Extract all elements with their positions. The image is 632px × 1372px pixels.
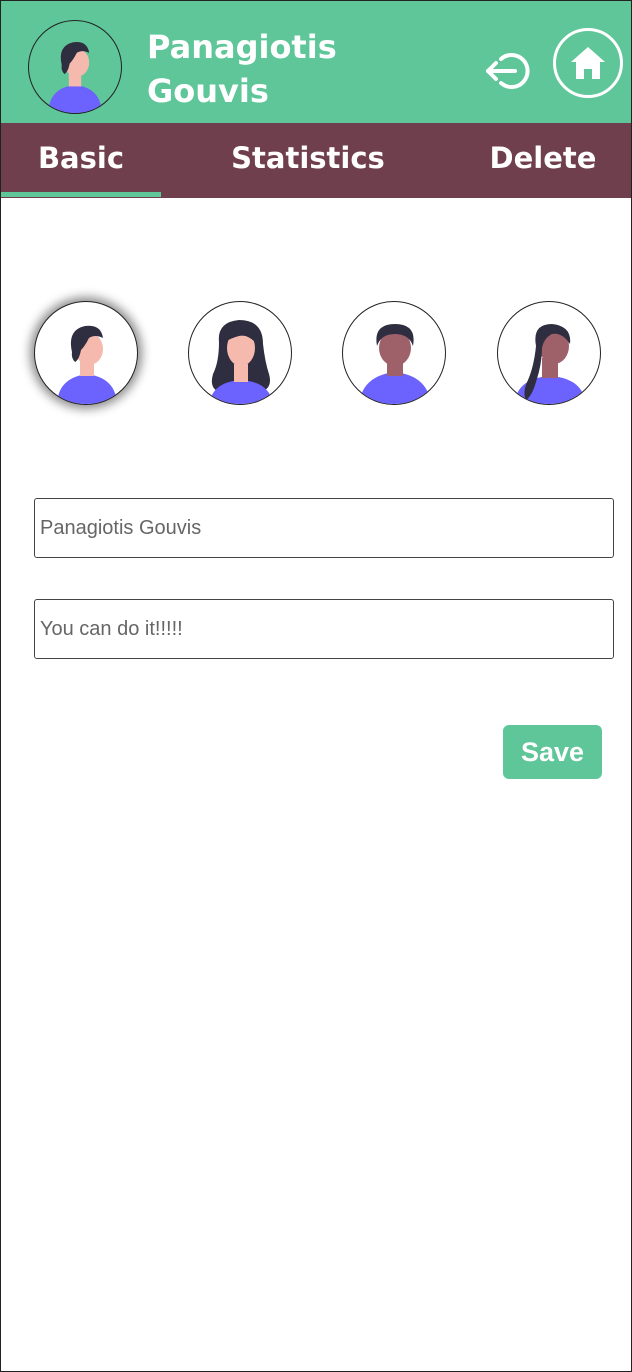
name-field[interactable] xyxy=(34,498,614,558)
home-button[interactable] xyxy=(553,28,623,98)
app-frame xyxy=(0,0,632,1372)
avatar-option-1[interactable] xyxy=(34,301,138,405)
avatar-option-3[interactable] xyxy=(342,301,446,405)
user-name: Panagiotis Gouvis xyxy=(147,28,337,110)
user-avatar[interactable] xyxy=(28,20,122,114)
save-button[interactable]: Save xyxy=(503,725,602,779)
tab-delete[interactable]: Delete xyxy=(473,123,613,198)
tab-bar: Basic Statistics Delete xyxy=(1,123,631,198)
tab-basic[interactable]: Basic xyxy=(1,123,161,198)
avatar-option-2[interactable] xyxy=(188,301,292,405)
logout-icon xyxy=(486,53,530,89)
tab-statistics[interactable]: Statistics xyxy=(196,123,420,198)
motto-field[interactable] xyxy=(34,599,614,659)
avatar-female-dark-icon xyxy=(514,324,586,404)
avatar-female-light-icon xyxy=(209,320,273,404)
home-icon xyxy=(571,47,605,79)
logout-button[interactable] xyxy=(481,47,533,95)
avatar-male-light-icon xyxy=(57,325,117,404)
avatar-male-dark-icon xyxy=(359,324,431,404)
male-avatar-icon xyxy=(48,42,102,113)
avatar-option-4[interactable] xyxy=(497,301,601,405)
app-header: Panagiotis Gouvis xyxy=(1,1,631,123)
active-tab-indicator xyxy=(1,192,161,197)
